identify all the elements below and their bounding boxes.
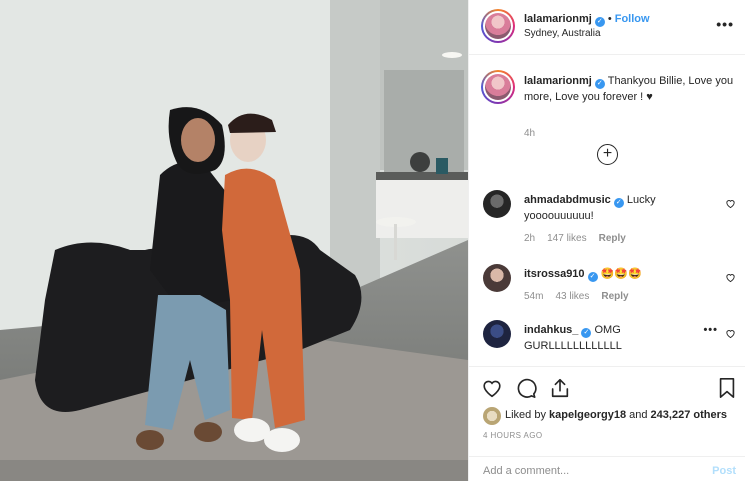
- bookmark-icon[interactable]: [716, 377, 738, 399]
- commenter-username[interactable]: ahmadabdmusic: [524, 194, 611, 206]
- comment-text: 🤩🤩🤩: [600, 268, 642, 280]
- author-avatar-image: [485, 13, 511, 39]
- commenter-username[interactable]: itsrossa910: [524, 268, 585, 280]
- like-comment-heart-icon[interactable]: [725, 272, 736, 283]
- avatar-ring-inner: [483, 11, 513, 41]
- avatar-ring-inner: [483, 72, 513, 102]
- post-header: lalamarionmj ✓ • Follow Sydney, Australia •…: [469, 0, 745, 55]
- comment-meta: 54m 43 likes Reply: [524, 291, 641, 302]
- verified-badge-icon: ✓: [594, 79, 605, 89]
- separator-dot: •: [607, 13, 612, 25]
- follow-button[interactable]: Follow: [615, 13, 650, 25]
- author-username[interactable]: lalamarionmj: [524, 13, 592, 25]
- commenter-avatar[interactable]: [483, 320, 511, 348]
- post-photo[interactable]: [0, 0, 468, 481]
- comment-options-icon[interactable]: •••: [703, 324, 718, 336]
- verified-badge-icon: ✓: [587, 272, 598, 282]
- comment-input[interactable]: [483, 462, 693, 480]
- post-timestamp[interactable]: 4 HOURS AGO: [483, 431, 543, 440]
- commenter-avatar[interactable]: [483, 190, 511, 218]
- add-comment-bar: Post: [469, 456, 745, 481]
- like-comment-heart-icon[interactable]: [725, 328, 736, 339]
- comment-body: itsrossa910 ✓ 🤩🤩🤩: [524, 266, 699, 282]
- like-comment-heart-icon[interactable]: [725, 198, 736, 209]
- caption-avatar[interactable]: [481, 70, 515, 104]
- verified-badge-icon: ✓: [613, 198, 624, 208]
- liked-by-username[interactable]: kapelgeorgy18: [549, 409, 626, 421]
- post-location[interactable]: Sydney, Australia: [524, 28, 601, 39]
- load-more-comments-button[interactable]: +: [597, 144, 618, 165]
- reply-button[interactable]: Reply: [601, 291, 628, 302]
- comment-time[interactable]: 2h: [524, 233, 535, 244]
- post-detail-panel: lalamarionmj ✓ • Follow Sydney, Australia •…: [468, 0, 745, 481]
- comment-likes[interactable]: 43 likes: [555, 291, 589, 302]
- commenter-avatar[interactable]: [483, 264, 511, 292]
- post-actions: Liked by kapelgeorgy18 and 243,227 other…: [469, 366, 745, 456]
- liked-by-avatar[interactable]: [483, 407, 501, 425]
- caption-username[interactable]: lalamarionmj: [524, 75, 592, 87]
- verified-badge-icon: ✓: [581, 328, 592, 338]
- comment-likes[interactable]: 147 likes: [547, 233, 586, 244]
- more-options-icon[interactable]: •••: [716, 16, 734, 32]
- commenter-username[interactable]: indahkus_: [524, 324, 578, 336]
- author-avatar[interactable]: [481, 9, 515, 43]
- likes-count[interactable]: 243,227 others: [651, 409, 727, 421]
- heart-icon[interactable]: [481, 377, 503, 399]
- liked-by-mid: and: [626, 409, 651, 421]
- caption-avatar-image: [485, 74, 511, 100]
- post-comment-button[interactable]: Post: [712, 465, 736, 477]
- liked-by-prefix: Liked by: [505, 409, 550, 421]
- author-name-line: lalamarionmj ✓ • Follow: [524, 13, 650, 27]
- reply-button[interactable]: Reply: [599, 233, 626, 244]
- comment-body: indahkus_ ✓ OMG GURLLLLLLLLLLLL: [524, 322, 699, 354]
- caption-text-block: lalamarionmj ✓ Thankyou Billie, Love you …: [524, 73, 734, 105]
- comment-icon[interactable]: [515, 377, 537, 399]
- liked-by-text: Liked by kapelgeorgy18 and 243,227 other…: [505, 409, 727, 421]
- share-icon[interactable]: [549, 377, 571, 399]
- verified-badge-icon: ✓: [594, 17, 605, 27]
- post-image: [0, 0, 468, 481]
- comment-body: ahmadabdmusic ✓ Lucky yoooouuuuuu!: [524, 192, 699, 224]
- comments-list[interactable]: lalamarionmj ✓ Thankyou Billie, Love you …: [469, 56, 745, 366]
- comment-time[interactable]: 54m: [524, 291, 543, 302]
- comment-meta: 2h 147 likes Reply: [524, 233, 638, 244]
- caption-time[interactable]: 4h: [524, 128, 535, 139]
